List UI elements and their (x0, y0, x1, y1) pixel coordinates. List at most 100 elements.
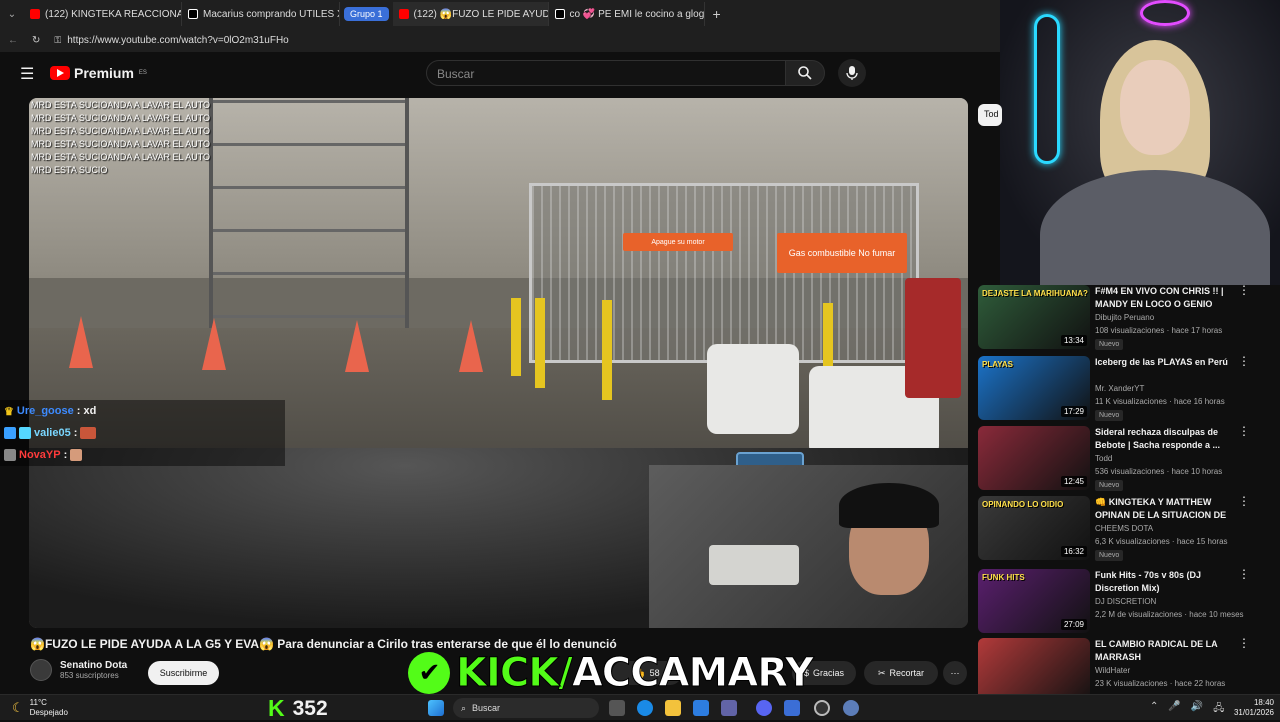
discord-icon[interactable] (756, 700, 772, 716)
chevron-up-icon[interactable]: ⌃ (1150, 701, 1158, 718)
taskbar-search-label: Buscar (472, 703, 501, 713)
browser-tab-2[interactable]: Macarius comprando UTILES XD # (182, 2, 340, 26)
edge-icon[interactable] (637, 700, 653, 716)
network-icon[interactable]: 🖧 (1213, 701, 1224, 718)
moon-icon: ☾ (12, 700, 24, 715)
traffic-cone (345, 320, 369, 372)
site-info-icon[interactable]: ⚿ (54, 35, 61, 46)
video-title[interactable]: 👊 KINGTEKA Y MATTHEW OPINAN DE LA SITUAC… (1095, 496, 1235, 523)
channel-name[interactable]: Mr. XanderYT (1095, 384, 1144, 393)
recommended-video[interactable]: DEJASTE LA MARIHUANA? 13:34 F#M4 EN VIVO C… (978, 284, 1280, 355)
video-thumbnail[interactable]: 12:45 (978, 426, 1090, 490)
search-icon (798, 66, 812, 80)
clip-button[interactable]: ✂ Recortar (864, 661, 938, 685)
chat-text: : (73, 427, 78, 439)
task-view-icon[interactable] (609, 700, 625, 716)
speaker-icon[interactable]: 🔊 (1191, 701, 1203, 718)
recommended-video[interactable]: PLAYAS 17:29 Iceberg de las PLAYAS en Perú… (978, 355, 1280, 426)
store-icon[interactable] (693, 700, 709, 716)
viewer-count: 352 (292, 696, 328, 720)
bollard (535, 298, 545, 388)
neon-light (1034, 14, 1060, 164)
channel-name[interactable]: WildHater (1095, 666, 1130, 675)
emote-icon (80, 427, 97, 439)
weather-widget[interactable]: ☾ 11°C Despejado (12, 698, 68, 718)
file-explorer-icon[interactable] (665, 700, 681, 716)
video-title[interactable]: F#M4 EN VIVO CON CHRIS !! | MANDY EN LOC… (1095, 285, 1235, 311)
person-cap (839, 483, 939, 528)
chat-username: valie05 (34, 427, 71, 439)
chat-text: : (63, 449, 68, 461)
video-thumbnail[interactable]: FUNK HITS 27:09 (978, 569, 1090, 633)
menu-icon[interactable]: ☰ (20, 64, 34, 84)
browser-tab-3-active[interactable]: (122) 😱FUZO LE PIDE AYUDA A L (392, 2, 549, 26)
taskbar-clock[interactable]: 18:40 31/01/2026 (1228, 698, 1274, 718)
mic-icon[interactable]: 🎤 (1168, 701, 1180, 718)
more-options-icon[interactable]: ⋮ (1238, 284, 1250, 296)
new-tab-plus-icon[interactable]: + (705, 6, 729, 22)
filter-chip-all[interactable]: Tod (978, 104, 1002, 126)
tab-group-label[interactable]: Grupo 1 (344, 7, 389, 21)
back-arrow-icon[interactable]: ← (8, 35, 18, 46)
video-title[interactable]: Iceberg de las PLAYAS en Perú (1095, 356, 1235, 369)
youtube-favicon-icon (398, 9, 409, 19)
more-options-icon[interactable]: ⋮ (1238, 495, 1250, 507)
video-meta: 23 K visualizaciones · hace 22 horas (1095, 679, 1226, 688)
tiktok-favicon-icon (554, 9, 565, 19)
browser-tab-4[interactable]: co 💞 PE EMI le cocino a gloglo 😍 I (549, 2, 705, 26)
chat-message: valie05 : (0, 422, 285, 444)
new-badge: Nuevo (1095, 550, 1124, 561)
video-title[interactable]: EL CAMBIO RADICAL DE LA MARRASH (1095, 638, 1235, 664)
region-label: ES (138, 70, 147, 76)
video-thumbnail[interactable] (978, 638, 1090, 702)
video-meta: 536 visualizaciones · hace 10 horas (1095, 467, 1223, 476)
youtube-logo[interactable]: Premium ES (50, 65, 147, 81)
channel-name[interactable]: CHEEMS DOTA (1095, 524, 1153, 533)
tab-list-chevron-icon[interactable]: ⌄ (0, 9, 24, 20)
clock-time: 18:40 (1253, 698, 1274, 707)
youtube-header: ☰ Premium ES Buscar (0, 52, 1000, 94)
recommended-video[interactable]: 12:45 Sideral rechaza disculpas de Bebote… (978, 425, 1280, 496)
more-options-icon[interactable]: ⋮ (1238, 637, 1250, 649)
app-icon[interactable] (784, 700, 800, 716)
thumbnail-text: DEJASTE LA MARIHUANA? (982, 289, 1088, 298)
video-thumbnail[interactable]: OPINANDO LO OIDIO 16:32 (978, 496, 1090, 560)
video-title[interactable]: Sideral rechaza disculpas de Bebote | Sa… (1095, 426, 1235, 452)
browser-tab-1[interactable]: (122) KINGTEKA REACCIONA A CO (24, 2, 182, 26)
red-pump (905, 278, 961, 398)
more-options-icon[interactable]: ⋮ (1238, 425, 1250, 437)
search-button[interactable] (785, 60, 825, 86)
windows-start-icon[interactable] (428, 700, 444, 716)
taskbar-search[interactable]: ⌕ Buscar (453, 698, 599, 718)
kick-label: KICK/ (456, 650, 574, 697)
video-thumbnail[interactable]: PLAYAS 17:29 (978, 356, 1090, 420)
video-player[interactable]: Apague su motor Gas combustible No fumar… (29, 98, 968, 628)
address-bar: ← ↻ ⚿ https://www.youtube.com/watch?v=0l… (0, 28, 1000, 52)
more-options-icon[interactable]: ⋮ (1238, 355, 1250, 367)
video-meta: 108 visualizaciones · hace 17 horas (1095, 326, 1223, 335)
video-title: 😱FUZO LE PIDE AYUDA A LA G5 Y EVA😱 Para … (30, 637, 617, 651)
subscribe-button[interactable]: Suscribirme (148, 661, 219, 685)
more-options-icon[interactable]: ⋮ (1238, 568, 1250, 580)
recommended-video[interactable]: OPINANDO LO OIDIO 16:32 👊 KINGTEKA Y MATTH… (978, 495, 1280, 566)
recommended-video[interactable]: FUNK HITS 27:09 Funk Hits - 70s v 80s (DJ … (978, 568, 1280, 639)
settings-gear-icon[interactable] (843, 700, 859, 716)
video-title[interactable]: Funk Hits - 70s v 80s (DJ Discretion Mix… (1095, 569, 1235, 595)
obs-icon[interactable] (814, 700, 830, 716)
channel-avatar[interactable] (30, 659, 52, 681)
channel-name[interactable]: Dibujito Peruano (1095, 313, 1154, 322)
reload-icon[interactable]: ↻ (32, 35, 40, 46)
fuel-station-cage (529, 183, 919, 363)
channel-name[interactable]: DJ DISCRETION (1095, 597, 1156, 606)
more-actions-button[interactable]: ⋯ (943, 661, 967, 685)
voice-search-button[interactable] (838, 59, 866, 87)
channel-name[interactable]: Senatino Dota (60, 660, 127, 671)
video-thumbnail[interactable]: DEJASTE LA MARIHUANA? 13:34 (978, 285, 1090, 349)
teams-icon[interactable] (721, 700, 737, 716)
tab-label: co 💞 PE EMI le cocino a gloglo 😍 I (569, 8, 705, 20)
microphone-icon (846, 66, 858, 80)
url-field[interactable]: https://www.youtube.com/watch?v=0lO2m31u… (67, 35, 289, 46)
search-input[interactable]: Buscar (426, 60, 786, 86)
channel-name[interactable]: Todd (1095, 454, 1112, 463)
system-tray: ⌃ 🎤 🔊 🖧 (1150, 701, 1224, 718)
